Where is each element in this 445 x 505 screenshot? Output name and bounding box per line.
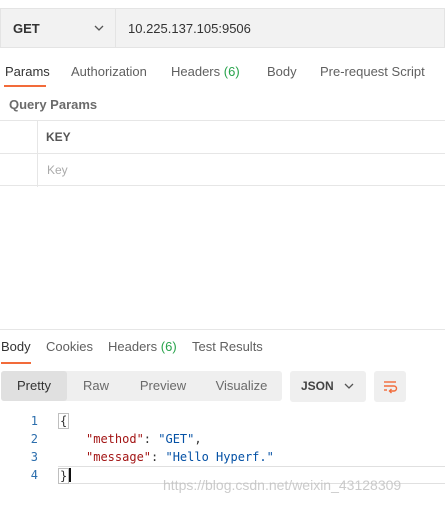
chevron-down-icon xyxy=(94,25,104,31)
request-tabs: Params Authorization Headers (6) Body Pr… xyxy=(0,58,445,88)
code-line: 2 "method": "GET", xyxy=(0,432,445,450)
text-cursor xyxy=(69,468,72,482)
code-text: { xyxy=(58,413,70,429)
tab-params[interactable]: Params xyxy=(5,64,50,79)
wrap-lines-button[interactable] xyxy=(374,371,406,402)
format-select[interactable]: JSON xyxy=(290,371,366,402)
tab-label: Cookies xyxy=(46,339,93,354)
json-key: "message" xyxy=(86,450,152,464)
tab-label: Headers xyxy=(171,64,221,79)
json-separator: : xyxy=(143,432,159,446)
format-label: JSON xyxy=(301,379,334,393)
view-visualize-button[interactable]: Visualize xyxy=(201,371,282,401)
headers-count: (6) xyxy=(160,339,177,354)
json-key: "method" xyxy=(86,432,144,446)
tab-pre-request-script[interactable]: Pre-request Script xyxy=(320,64,425,79)
json-separator: : xyxy=(151,450,166,464)
response-tab-body[interactable]: Body xyxy=(1,339,31,354)
code-line: 1 { xyxy=(0,413,445,432)
watermark: https://blog.csdn.net/weixin_43128309 xyxy=(163,477,402,493)
view-preview-button[interactable]: Preview xyxy=(125,371,201,401)
tab-label: Body xyxy=(267,64,297,79)
tab-headers[interactable]: Headers (6) xyxy=(171,64,240,79)
table-row: Key xyxy=(0,154,445,187)
code-text: } xyxy=(58,468,72,484)
response-tab-headers[interactable]: Headers (6) xyxy=(108,339,177,354)
wrap-lines-icon xyxy=(384,381,398,394)
line-number: 2 xyxy=(30,432,38,446)
response-tab-test-results[interactable]: Test Results xyxy=(192,339,263,354)
line-number: 4 xyxy=(30,468,38,482)
column-divider xyxy=(37,121,38,187)
code-text: "method": "GET", xyxy=(86,432,202,446)
tab-body[interactable]: Body xyxy=(267,64,297,79)
active-response-tab-indicator xyxy=(1,362,31,364)
tab-label: Test Results xyxy=(192,339,263,354)
tab-authorization[interactable]: Authorization xyxy=(71,64,147,79)
response-tab-cookies[interactable]: Cookies xyxy=(46,339,93,354)
url-input[interactable]: 10.225.137.105:9506 xyxy=(115,8,445,48)
tab-label: Params xyxy=(5,64,50,79)
tab-label: Pre-request Script xyxy=(320,64,425,79)
json-value: "Hello Hyperf." xyxy=(165,450,274,464)
url-text: 10.225.137.105:9506 xyxy=(128,21,251,36)
method-label: GET xyxy=(13,21,40,36)
tab-label: Headers xyxy=(108,339,158,354)
json-value: "GET" xyxy=(158,432,195,446)
close-brace: } xyxy=(58,468,70,484)
method-select[interactable]: GET xyxy=(0,8,115,48)
view-raw-button[interactable]: Raw xyxy=(67,371,125,401)
code-text: "message": "Hello Hyperf." xyxy=(86,450,274,464)
line-number: 1 xyxy=(30,414,38,428)
tab-label: Authorization xyxy=(71,64,147,79)
response-body-editor[interactable]: 1 { 2 "method": "GET", 3 "message": "Hel… xyxy=(0,412,445,487)
pane-divider[interactable] xyxy=(0,329,445,330)
key-input[interactable]: Key xyxy=(47,163,68,177)
view-pretty-button[interactable]: Pretty xyxy=(1,371,67,401)
json-comma: , xyxy=(194,432,202,446)
params-table: KEY Key xyxy=(0,120,445,187)
line-number: 3 xyxy=(30,450,38,464)
headers-count: (6) xyxy=(223,64,240,79)
view-mode-toggle: Pretty Raw Preview Visualize xyxy=(1,371,282,401)
tab-label: Body xyxy=(1,339,31,354)
table-header-row: KEY xyxy=(0,121,445,154)
open-brace: { xyxy=(58,413,70,429)
active-tab-indicator xyxy=(4,85,46,87)
key-column-header: KEY xyxy=(46,130,71,144)
query-params-title: Query Params xyxy=(9,97,98,112)
chevron-down-icon xyxy=(344,383,354,389)
